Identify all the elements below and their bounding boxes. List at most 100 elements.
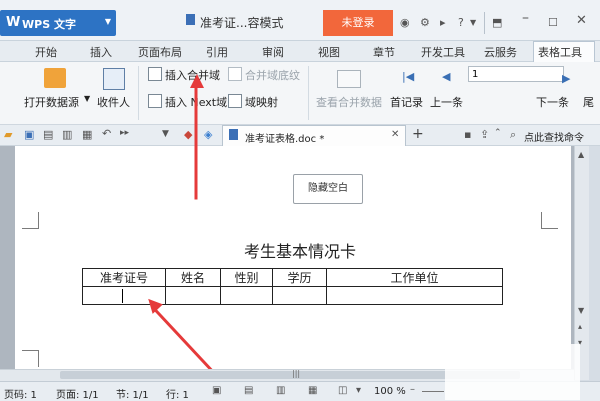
tab-developer[interactable]: 开发工具 (421, 44, 465, 60)
wps-logo-icon: W (6, 15, 21, 30)
scroll-down-icon[interactable]: ▼ (578, 306, 584, 315)
table-cell[interactable] (272, 286, 327, 305)
zoom-slider[interactable] (422, 391, 444, 392)
more-icon[interactable]: ▸▸ (120, 128, 129, 138)
view-mode-web-icon[interactable]: ▦ (308, 385, 317, 396)
menu-bar: 开始 插入 页面布局 引用 审阅 视图 章节 开发工具 云服务 表格工具 (0, 41, 600, 62)
header-exam-number[interactable]: 准考证号 (82, 268, 166, 287)
scroll-grip-icon: ||| (292, 369, 301, 378)
hide-blank-button[interactable]: 隐藏空白 (293, 174, 363, 204)
open-datasource-icon[interactable] (44, 68, 66, 88)
recipients-icon[interactable] (103, 68, 125, 90)
info-table[interactable]: 准考证号 姓名 性别 学历 工作单位 (82, 268, 503, 305)
text-cursor (122, 289, 123, 303)
tab-cloud[interactable]: 云服务 (484, 44, 517, 60)
first-record-icon[interactable]: |◀ (402, 70, 414, 83)
close-icon[interactable]: ✕ (576, 13, 587, 28)
view-mode-outline-icon[interactable]: ▥ (276, 385, 285, 396)
watermark-overlay (445, 344, 580, 400)
header-gender[interactable]: 性别 (220, 268, 273, 287)
tab-page-layout[interactable]: 页面布局 (138, 44, 182, 60)
document-tab[interactable]: 准考证表格.doc * ✕ (222, 125, 406, 146)
app-menu-button[interactable]: W WPS 文字 ▼ (0, 10, 116, 36)
prev-record-button[interactable]: 上一条 (430, 94, 463, 110)
last-record-button[interactable]: 尾 (583, 94, 594, 110)
view-mode-full-icon[interactable]: ▣ (212, 385, 221, 396)
header-work-unit[interactable]: 工作单位 (326, 268, 503, 287)
merge-field-shading-button[interactable]: 合并域底纹 (228, 67, 300, 83)
chevron-up-icon[interactable]: ⌃ (494, 128, 502, 138)
recipients-button[interactable]: 收件人 (97, 94, 130, 110)
close-tab-icon[interactable]: ✕ (391, 129, 399, 140)
table-cell[interactable] (220, 286, 273, 305)
zoom-level[interactable]: 100 % (374, 386, 406, 397)
chevron-down-icon[interactable]: ▼ (162, 129, 169, 139)
prev-record-icon[interactable]: ◀ (442, 70, 450, 83)
document-icon (186, 14, 195, 25)
view-mode-page-icon[interactable]: ▤ (244, 385, 253, 396)
first-record-button[interactable]: 首记录 (390, 94, 423, 110)
comment-icon[interactable]: ▪ (464, 128, 471, 141)
app-name: WPS 文字 (22, 18, 76, 31)
header-education[interactable]: 学历 (272, 268, 327, 287)
settings-icon[interactable]: ⚙ (420, 16, 430, 29)
share-icon[interactable]: ⇪ (480, 128, 489, 141)
document-title: 准考证...容模式 (200, 16, 284, 30)
prev-page-icon[interactable]: ▴ (578, 322, 582, 331)
table-cell[interactable] (165, 286, 221, 305)
wps-doc-icon[interactable]: ◆ (184, 128, 192, 141)
scroll-up-icon[interactable]: ▲ (578, 150, 584, 159)
chevron-down-icon[interactable]: ▼ (84, 94, 90, 103)
tab-chapter[interactable]: 章节 (373, 44, 395, 60)
table-cell[interactable] (326, 286, 503, 305)
save-icon[interactable]: ▣ (24, 128, 34, 141)
insert-merge-field-button[interactable]: 插入合并域 (148, 67, 220, 83)
tab-home[interactable]: 开始 (35, 44, 57, 60)
chevron-down-icon[interactable]: ▾ (356, 385, 361, 396)
status-section[interactable]: 节: 1/1 (116, 386, 149, 401)
view-mode-read-icon[interactable]: ◫ (338, 385, 347, 396)
crop-mark-top-right (541, 212, 558, 229)
chevron-down-icon[interactable]: ▼ (470, 18, 476, 27)
search-command-input[interactable]: 点此查找命令 (524, 129, 584, 144)
tab-review[interactable]: 审阅 (262, 44, 284, 60)
print-preview-icon[interactable]: ▦ (82, 128, 92, 141)
next-record-button[interactable]: 下一条 (536, 94, 569, 110)
card-title: 考生基本情况卡 (243, 242, 356, 261)
search-icon: ⌕ (510, 128, 517, 141)
undo-icon[interactable]: ↶ (102, 127, 111, 140)
view-merged-data-button[interactable]: 查看合并数据 (316, 94, 382, 110)
status-page-number[interactable]: 页码: 1 (4, 386, 37, 401)
tab-view[interactable]: 视图 (318, 44, 340, 60)
zoom-out-icon[interactable]: – (410, 384, 415, 395)
shading-icon (228, 67, 242, 81)
record-number-input[interactable] (468, 66, 564, 82)
open-datasource-button[interactable]: 打开数据源 (24, 94, 79, 110)
skin-icon[interactable]: ◉ (400, 16, 410, 29)
feedback-icon[interactable]: ▸ (440, 16, 446, 29)
next-record-icon[interactable]: ▶ (562, 72, 570, 85)
maximize-icon[interactable]: ☐ (548, 16, 558, 29)
chevron-down-icon: ▼ (104, 17, 111, 26)
new-tab-icon[interactable]: + (412, 126, 424, 142)
view-merged-data-icon[interactable] (337, 70, 361, 88)
minimize-icon[interactable]: – (522, 10, 529, 26)
tab-references[interactable]: 引用 (206, 44, 228, 60)
ribbon: 打开数据源 ▼ 收件人 插入合并域 合并域底纹 插入 Next域 域映射 查看合… (0, 62, 600, 125)
export-pdf-icon[interactable]: ▤ (43, 128, 53, 141)
login-button[interactable]: 未登录 (323, 10, 393, 36)
tab-insert[interactable]: 插入 (90, 44, 112, 60)
print-icon[interactable]: ▥ (62, 128, 72, 141)
restore-icon[interactable]: ⬒ (492, 16, 502, 29)
cube-icon[interactable]: ◈ (204, 128, 212, 141)
status-pages[interactable]: 页面: 1/1 (56, 386, 99, 401)
insert-next-field-button[interactable]: 插入 Next域 (148, 94, 227, 110)
open-folder-icon[interactable]: ▰ (4, 128, 12, 141)
help-icon[interactable]: ? (458, 16, 464, 29)
field-mapping-button[interactable]: 域映射 (228, 94, 278, 110)
header-name[interactable]: 姓名 (165, 268, 221, 287)
divider (484, 12, 485, 34)
tab-table-tools[interactable]: 表格工具 (538, 44, 582, 60)
crop-mark-top-left (22, 212, 39, 229)
status-row[interactable]: 行: 1 (166, 386, 189, 401)
